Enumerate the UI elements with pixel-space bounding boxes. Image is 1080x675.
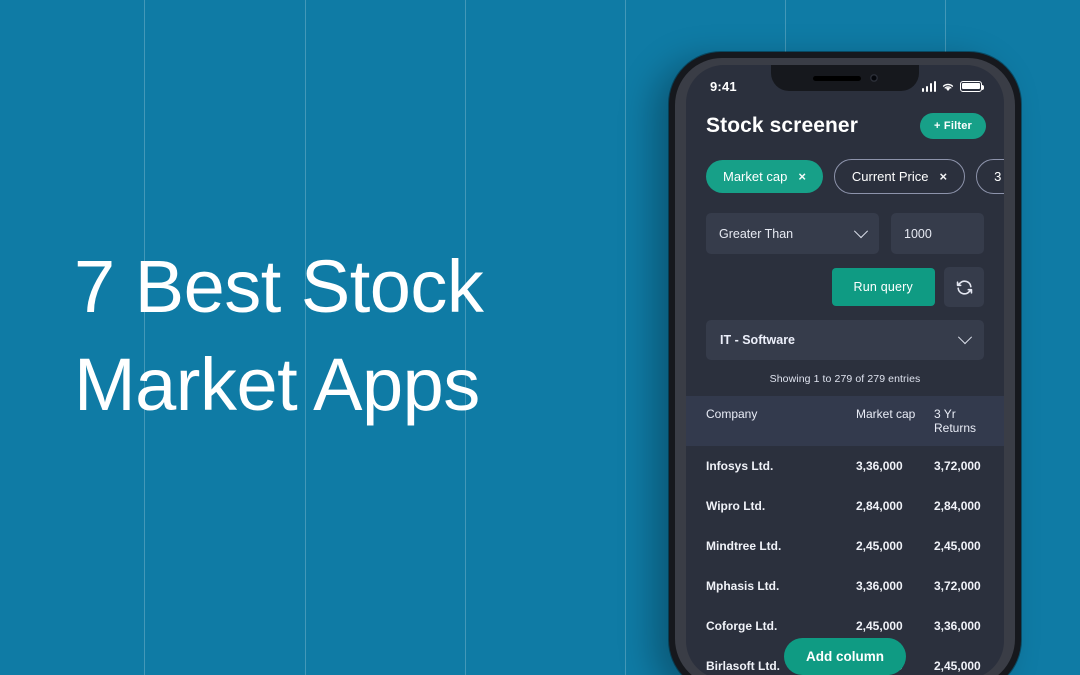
results-table: Company Market cap 3 Yr Returns Infosys … (686, 396, 1004, 675)
filter-chips-row: Market cap × Current Price × 3 Yr Retu × (686, 139, 1004, 194)
filter-chip-3yr-returns[interactable]: 3 Yr Retu × (976, 159, 1004, 194)
cell-3yr-returns: 2,45,000 (934, 539, 981, 553)
table-row[interactable]: Mindtree Ltd. 2,45,000 2,45,000 (686, 526, 1004, 566)
cell-company: Infosys Ltd. (706, 459, 774, 473)
phone-screen: 9:41 Stock screener + Filter Market cap … (686, 65, 1004, 675)
refresh-icon (956, 279, 972, 295)
front-camera-icon (869, 74, 878, 82)
cell-3yr-returns: 3,72,000 (934, 459, 981, 473)
cell-company: Mphasis Ltd. (706, 579, 780, 593)
cell-3yr-returns: 2,84,000 (934, 499, 981, 513)
cell-market-cap: 2,45,000 (856, 619, 903, 633)
chip-label: Current Price (851, 169, 929, 184)
earpiece-speaker-icon (812, 75, 861, 81)
app-header: Stock screener + Filter (686, 103, 1004, 139)
status-icons (921, 80, 985, 92)
threshold-input-value: 1000 (904, 226, 932, 241)
phone-mockup: 9:41 Stock screener + Filter Market cap … (669, 52, 1021, 675)
status-time: 9:41 (710, 78, 737, 94)
cell-market-cap: 3,36,000 (856, 459, 903, 473)
table-row[interactable]: Mphasis Ltd. 3,36,000 3,72,000 (686, 566, 1004, 606)
cell-3yr-returns: 2,45,000 (934, 659, 981, 673)
cell-3yr-returns: 3,36,000 (934, 619, 981, 633)
table-row[interactable]: Wipro Ltd. 2,84,000 2,84,000 (686, 486, 1004, 526)
chevron-down-icon (957, 330, 973, 345)
close-icon[interactable]: × (798, 170, 806, 183)
column-header-3yr-returns[interactable]: 3 Yr Returns (934, 407, 984, 435)
cell-company: Wipro Ltd. (706, 499, 766, 513)
filter-chip-market-cap[interactable]: Market cap × (706, 160, 823, 193)
cell-company: Coforge Ltd. (706, 619, 778, 633)
close-icon[interactable]: × (939, 170, 947, 183)
poster-canvas: 7 Best Stock Market Apps 9:41 Stock scre… (0, 0, 1080, 675)
sector-select-value: IT - Software (720, 333, 796, 347)
operator-select[interactable]: Greater Than (706, 213, 879, 254)
cell-3yr-returns: 3,72,000 (934, 579, 981, 593)
refresh-button[interactable] (944, 267, 984, 307)
run-query-button[interactable]: Run query (831, 268, 935, 306)
battery-full-icon (960, 80, 985, 92)
cell-market-cap: 3,36,000 (856, 579, 903, 593)
page-title: 7 Best Stock Market Apps (74, 245, 484, 426)
sector-select-wrapper: IT - Software (686, 307, 1004, 360)
table-header-row: Company Market cap 3 Yr Returns (686, 396, 1004, 446)
entries-summary: Showing 1 to 279 of 279 entries (769, 373, 921, 385)
filter-chip-current-price[interactable]: Current Price × (833, 159, 966, 194)
run-query-row: Run query (686, 254, 1004, 307)
phone-notch (771, 65, 919, 91)
column-header-company[interactable]: Company (706, 407, 856, 435)
chip-label: Market cap (723, 169, 788, 184)
operator-select-value: Greater Than (719, 226, 794, 241)
screen-title: Stock screener (706, 114, 858, 137)
chip-label: 3 Yr Retu (994, 169, 1004, 184)
cell-market-cap: 2,84,000 (856, 499, 903, 513)
wifi-icon (942, 83, 954, 91)
chevron-down-icon (853, 223, 869, 238)
sector-select[interactable]: IT - Software (706, 320, 984, 360)
cell-market-cap: 2,45,000 (856, 539, 903, 553)
query-controls-row: Greater Than 1000 (686, 194, 1004, 254)
threshold-input[interactable]: 1000 (891, 213, 984, 254)
cell-company: Mindtree Ltd. (706, 539, 782, 553)
add-column-button[interactable]: Add column (784, 638, 906, 675)
signal-bars-icon (921, 80, 936, 92)
table-row[interactable]: Infosys Ltd. 3,36,000 3,72,000 (686, 446, 1004, 486)
column-header-market-cap[interactable]: Market cap (856, 407, 934, 435)
add-filter-button[interactable]: + Filter (920, 113, 986, 139)
